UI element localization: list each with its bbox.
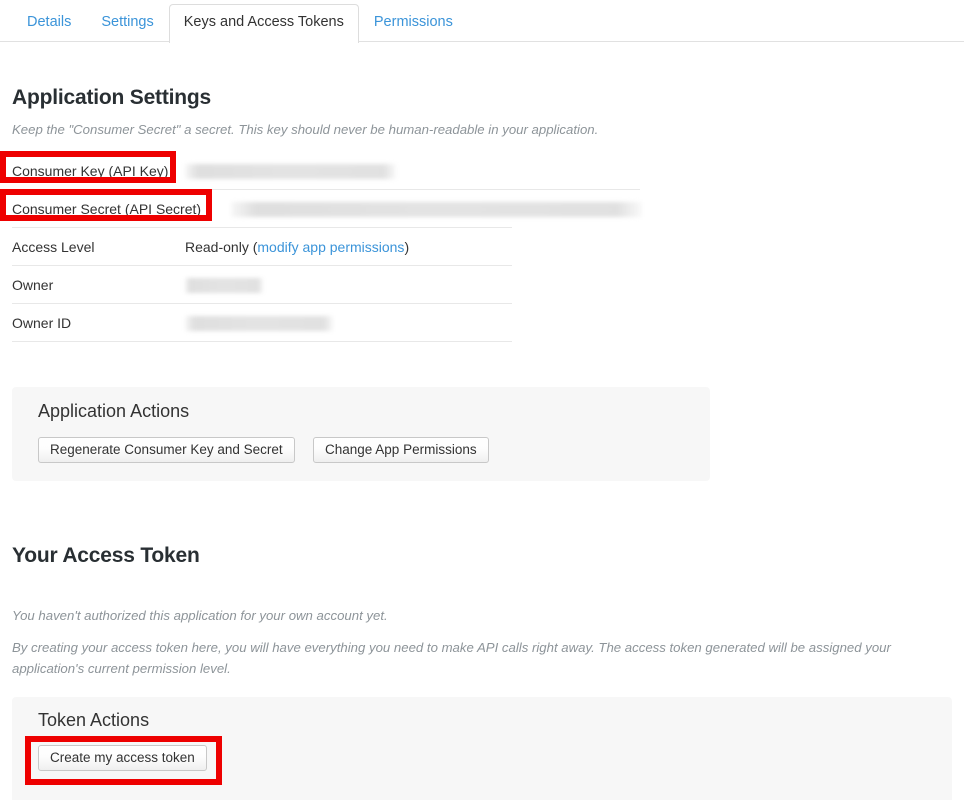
access-token-description: By creating your access token here, you … (12, 640, 891, 676)
token-actions-title: Token Actions (38, 710, 150, 730)
row-separator (12, 341, 512, 342)
regenerate-consumer-key-and-secret-button[interactable]: Regenerate Consumer Key and Secret (38, 437, 295, 463)
owner-label: Owner (12, 277, 54, 293)
table-row-consumer-secret: Consumer Secret (API Secret) (12, 190, 642, 228)
token-actions-panel: Token Actions Create my access token (12, 697, 952, 800)
your-access-token-heading: Your Access Token (12, 544, 200, 567)
owner-id-label: Owner ID (12, 315, 72, 331)
tab-details[interactable]: Details (12, 4, 86, 42)
tab-permissions[interactable]: Permissions (359, 4, 468, 42)
access-level-label: Access Level (12, 239, 95, 255)
consumer-secret-label: Consumer Secret (API Secret) (12, 201, 202, 217)
access-token-status: You haven't authorized this application … (12, 608, 388, 623)
owner-id-value (185, 315, 333, 332)
consumer-secret-note: Keep the "Consumer Secret" a secret. Thi… (12, 122, 599, 137)
table-row-consumer-key: Consumer Key (API Key) (12, 152, 642, 190)
consumer-key-label: Consumer Key (API Key) (12, 163, 169, 179)
change-app-permissions-button[interactable]: Change App Permissions (313, 437, 489, 463)
modify-app-permissions-link[interactable]: modify app permissions (257, 239, 404, 255)
table-row-owner-id: Owner ID (12, 304, 642, 342)
create-my-access-token-button[interactable]: Create my access token (38, 745, 207, 771)
owner-value (185, 277, 263, 294)
application-actions-title: Application Actions (38, 401, 190, 421)
table-row-owner: Owner (12, 266, 642, 304)
consumer-key-value (185, 163, 396, 180)
tab-keys-and-access-tokens[interactable]: Keys and Access Tokens (168, 4, 359, 43)
table-row-access-level: Access Level Read-only (modify app permi… (12, 228, 642, 266)
redacted-owner (185, 278, 263, 294)
redacted-owner-id (185, 316, 333, 332)
access-level-text: Read-only ( (185, 239, 258, 255)
redacted-consumer-key (185, 164, 396, 180)
tab-settings[interactable]: Settings (86, 4, 168, 42)
access-level-text-suffix: ) (404, 239, 410, 255)
application-actions-panel: Application Actions Regenerate Consumer … (12, 387, 710, 481)
application-settings-table: Consumer Key (API Key) Consumer Secret (… (12, 152, 642, 342)
access-level-value: Read-only (modify app permissions) (185, 239, 409, 255)
application-settings-heading: Application Settings (12, 86, 212, 109)
tab-bar: Details Settings Keys and Access Tokens … (0, 0, 964, 43)
redacted-consumer-secret (231, 202, 642, 218)
consumer-secret-value (231, 201, 642, 218)
